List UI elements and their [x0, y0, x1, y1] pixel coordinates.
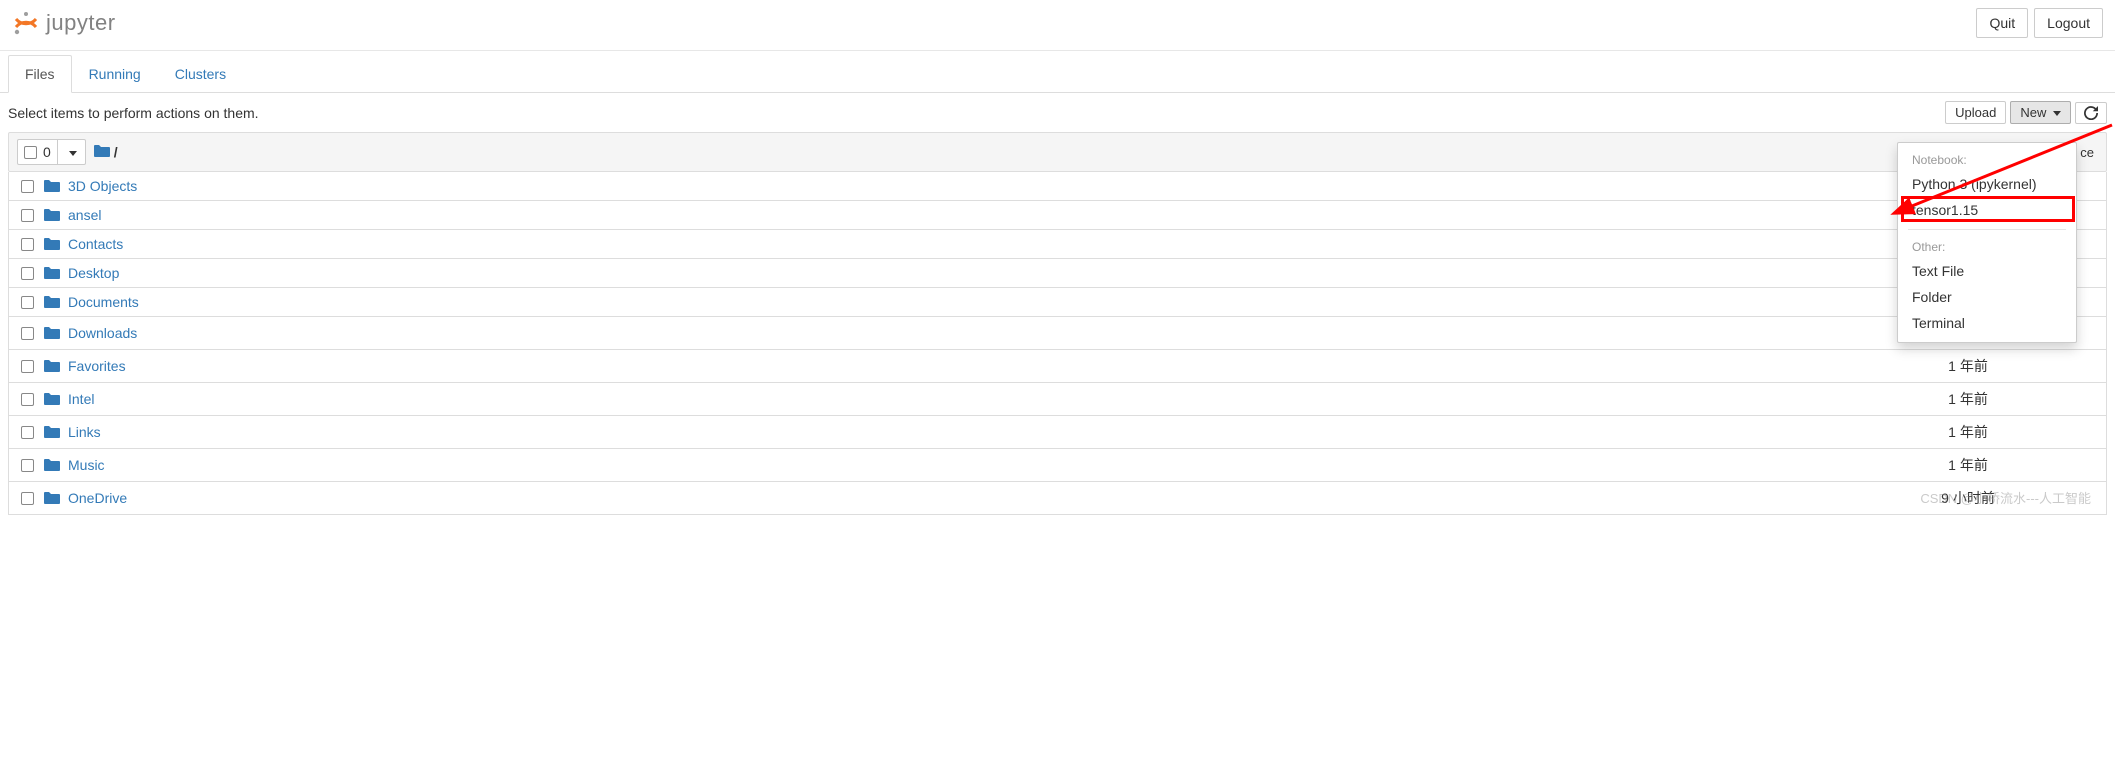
- select-count: 0: [43, 144, 51, 160]
- select-dropdown-toggle[interactable]: [57, 140, 85, 164]
- row-checkbox[interactable]: [21, 327, 34, 340]
- list-item: Desktop: [8, 259, 2107, 288]
- row-checkbox[interactable]: [21, 393, 34, 406]
- list-item: Links1 年前: [8, 416, 2107, 449]
- folder-icon: [44, 237, 60, 251]
- file-name-link[interactable]: Intel: [68, 391, 1898, 407]
- caret-down-icon: [2053, 111, 2061, 116]
- header-buttons: Quit Logout: [1976, 8, 2103, 38]
- logo[interactable]: jupyter: [12, 9, 116, 37]
- select-all-checkbox-wrap[interactable]: 0: [18, 140, 57, 164]
- tabs: Files Running Clusters: [0, 55, 2115, 93]
- file-name-link[interactable]: Contacts: [68, 236, 1898, 252]
- toolbar: Select items to perform actions on them.…: [0, 93, 2115, 132]
- refresh-icon: [2084, 106, 2098, 120]
- row-checkbox[interactable]: [21, 238, 34, 251]
- tab-running[interactable]: Running: [72, 55, 158, 93]
- refresh-button[interactable]: [2075, 102, 2107, 124]
- file-name-link[interactable]: ansel: [68, 207, 1898, 223]
- file-modified: 1 年前: [1898, 389, 2038, 409]
- breadcrumb-root[interactable]: /: [114, 144, 118, 160]
- file-name-link[interactable]: 3D Objects: [68, 178, 1898, 194]
- file-name-link[interactable]: Music: [68, 457, 1898, 473]
- new-button[interactable]: New: [2010, 101, 2071, 124]
- file-modified: 9 小时前: [1898, 488, 2038, 508]
- new-button-label: New: [2020, 105, 2046, 120]
- row-checkbox[interactable]: [21, 459, 34, 472]
- folder-icon: [44, 326, 60, 340]
- dropdown-header-notebook: Notebook:: [1898, 149, 2076, 171]
- row-checkbox[interactable]: [21, 180, 34, 193]
- file-modified: 1 年前: [1898, 455, 2038, 475]
- folder-icon: [44, 359, 60, 373]
- select-all-control: 0: [17, 139, 86, 165]
- file-modified: 1 年前: [1898, 356, 2038, 376]
- tab-clusters[interactable]: Clusters: [158, 55, 243, 93]
- new-terminal[interactable]: Terminal: [1898, 310, 2076, 336]
- row-checkbox[interactable]: [21, 426, 34, 439]
- file-name-link[interactable]: Documents: [68, 294, 1898, 310]
- list-item: Music1 年前: [8, 449, 2107, 482]
- file-name-link[interactable]: Favorites: [68, 358, 1898, 374]
- logout-button[interactable]: Logout: [2034, 8, 2103, 38]
- toolbar-actions: Upload New: [1945, 101, 2107, 124]
- logo-text: jupyter: [46, 10, 116, 36]
- quit-button[interactable]: Quit: [1976, 8, 2028, 38]
- kernel-tensor[interactable]: tensor1.15: [1898, 197, 2076, 223]
- folder-icon: [44, 458, 60, 472]
- breadcrumb-folder-icon[interactable]: [94, 144, 110, 161]
- list-item: Contacts: [8, 230, 2107, 259]
- tab-files[interactable]: Files: [8, 55, 72, 93]
- folder-icon: [44, 425, 60, 439]
- row-checkbox[interactable]: [21, 209, 34, 222]
- list-header: 0 / Name ce: [8, 132, 2107, 172]
- row-checkbox[interactable]: [21, 360, 34, 373]
- file-name-link[interactable]: Desktop: [68, 265, 1898, 281]
- file-name-link[interactable]: OneDrive: [68, 490, 1898, 506]
- list-item: ansel: [8, 201, 2107, 230]
- list-item: Favorites1 年前: [8, 350, 2107, 383]
- folder-icon: [44, 295, 60, 309]
- file-list: 3D Objects ansel Contacts Desktop Documents D…: [8, 172, 2107, 515]
- folder-icon: [44, 491, 60, 505]
- file-name-link[interactable]: Links: [68, 424, 1898, 440]
- file-modified: 1 年前: [1898, 422, 2038, 442]
- new-folder[interactable]: Folder: [1898, 284, 2076, 310]
- toolbar-hint: Select items to perform actions on them.: [8, 105, 259, 121]
- jupyter-icon: [12, 9, 40, 37]
- list-item: Documents: [8, 288, 2107, 317]
- list-item: Downloads4 天前: [8, 317, 2107, 350]
- dropdown-header-other: Other:: [1898, 236, 2076, 258]
- list-item: OneDrive9 小时前: [8, 482, 2107, 515]
- row-checkbox[interactable]: [21, 296, 34, 309]
- new-text-file[interactable]: Text File: [1898, 258, 2076, 284]
- folder-icon: [44, 208, 60, 222]
- row-checkbox[interactable]: [21, 492, 34, 505]
- new-dropdown: Notebook: Python 3 (ipykernel) tensor1.1…: [1897, 142, 2077, 343]
- list-item: Intel1 年前: [8, 383, 2107, 416]
- file-name-link[interactable]: Downloads: [68, 325, 1898, 341]
- select-all-checkbox[interactable]: [24, 146, 37, 159]
- folder-icon: [44, 179, 60, 193]
- caret-down-icon: [69, 151, 77, 156]
- folder-icon: [44, 266, 60, 280]
- upload-button[interactable]: Upload: [1945, 101, 2006, 124]
- row-checkbox[interactable]: [21, 267, 34, 280]
- header: jupyter Quit Logout: [0, 0, 2115, 51]
- dropdown-divider: [1908, 229, 2066, 230]
- kernel-python3[interactable]: Python 3 (ipykernel): [1898, 171, 2076, 197]
- list-item: 3D Objects: [8, 172, 2107, 201]
- folder-icon: [44, 392, 60, 406]
